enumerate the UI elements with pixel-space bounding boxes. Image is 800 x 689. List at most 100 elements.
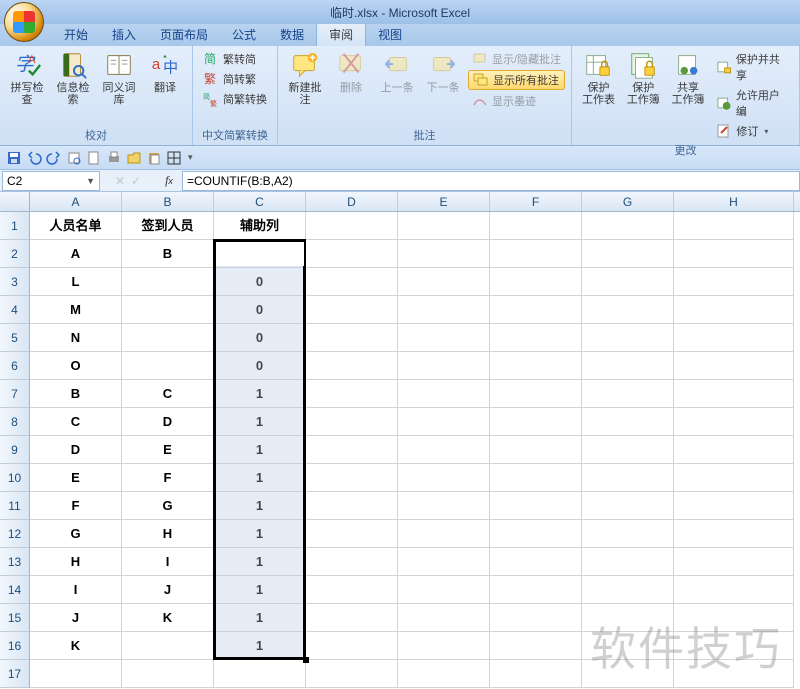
cell[interactable] <box>490 492 582 520</box>
cell[interactable] <box>582 632 674 660</box>
tab-视图[interactable]: 视图 <box>366 23 414 46</box>
cell[interactable] <box>674 464 794 492</box>
cell[interactable]: 0 <box>214 268 306 296</box>
cell[interactable] <box>582 520 674 548</box>
cell[interactable] <box>582 436 674 464</box>
cell[interactable]: C <box>122 380 214 408</box>
cell[interactable] <box>306 632 398 660</box>
cell[interactable] <box>674 632 794 660</box>
cell[interactable] <box>674 660 794 688</box>
row-header-9[interactable]: 9 <box>0 436 29 464</box>
cell[interactable]: 0 <box>214 296 306 324</box>
cell[interactable]: E <box>30 464 122 492</box>
cell[interactable] <box>306 436 398 464</box>
cell[interactable] <box>398 212 490 240</box>
cell[interactable] <box>490 548 582 576</box>
tab-审阅[interactable]: 审阅 <box>316 22 366 46</box>
cell[interactable] <box>674 492 794 520</box>
protect-workbook-button[interactable]: 保护 工作簿 <box>623 48 664 106</box>
translate-button[interactable]: a中 翻译 <box>144 48 186 94</box>
paste-icon[interactable] <box>146 150 162 166</box>
cell[interactable] <box>398 548 490 576</box>
cell[interactable] <box>398 604 490 632</box>
share-workbook-button[interactable]: 共享 工作簿 <box>668 48 709 106</box>
col-header-F[interactable]: F <box>490 192 582 211</box>
cell[interactable] <box>674 520 794 548</box>
col-header-B[interactable]: B <box>122 192 214 211</box>
show-hide-comment-button[interactable]: 显示/隐藏批注 <box>468 50 565 68</box>
row-header-5[interactable]: 5 <box>0 324 29 352</box>
cell[interactable] <box>582 296 674 324</box>
cell[interactable] <box>398 492 490 520</box>
cell[interactable]: 1 <box>214 380 306 408</box>
open-icon[interactable] <box>126 150 142 166</box>
cell[interactable]: 辅助列 <box>214 212 306 240</box>
research-button[interactable]: 信息检索 <box>52 48 94 106</box>
cell[interactable] <box>122 324 214 352</box>
formula-input[interactable]: =COUNTIF(B:B,A2) <box>182 171 800 191</box>
cell[interactable] <box>306 464 398 492</box>
cell[interactable] <box>674 212 794 240</box>
row-header-10[interactable]: 10 <box>0 464 29 492</box>
track-changes-button[interactable]: 修订▾ <box>712 122 793 140</box>
cell[interactable] <box>490 296 582 324</box>
cell[interactable] <box>214 660 306 688</box>
cell[interactable] <box>674 352 794 380</box>
cell[interactable]: D <box>122 408 214 436</box>
cell[interactable]: 0 <box>214 352 306 380</box>
cell[interactable] <box>582 464 674 492</box>
cell[interactable] <box>306 352 398 380</box>
spreadsheet-grid[interactable]: ABCDEFGH 1234567891011121314151617 人员名单签… <box>0 192 800 689</box>
save-icon[interactable] <box>6 150 22 166</box>
cell[interactable] <box>490 212 582 240</box>
cell[interactable] <box>122 660 214 688</box>
cell[interactable] <box>398 380 490 408</box>
cell[interactable]: G <box>30 520 122 548</box>
cell[interactable] <box>674 576 794 604</box>
cell[interactable] <box>674 296 794 324</box>
cell[interactable] <box>582 352 674 380</box>
cell[interactable] <box>490 408 582 436</box>
cell[interactable] <box>122 632 214 660</box>
show-ink-button[interactable]: 显示墨迹 <box>468 92 565 110</box>
delete-comment-button[interactable]: 删除 <box>330 48 372 94</box>
cell[interactable] <box>674 604 794 632</box>
row-headers[interactable]: 1234567891011121314151617 <box>0 212 30 688</box>
cell[interactable] <box>490 464 582 492</box>
row-header-16[interactable]: 16 <box>0 632 29 660</box>
tab-公式[interactable]: 公式 <box>220 23 268 46</box>
cell[interactable]: 1 <box>214 548 306 576</box>
office-button[interactable] <box>4 2 44 42</box>
cell[interactable] <box>398 520 490 548</box>
cell[interactable] <box>306 296 398 324</box>
cell[interactable]: 1 <box>214 464 306 492</box>
cell[interactable]: 人员名单 <box>30 212 122 240</box>
borders-icon[interactable] <box>166 150 182 166</box>
cell[interactable] <box>490 240 582 268</box>
cell[interactable] <box>306 520 398 548</box>
cell[interactable]: 1 <box>214 408 306 436</box>
cell[interactable] <box>490 436 582 464</box>
cell[interactable] <box>582 268 674 296</box>
cell[interactable]: H <box>30 548 122 576</box>
cell[interactable] <box>582 408 674 436</box>
cell[interactable] <box>398 324 490 352</box>
col-header-C[interactable]: C <box>214 192 306 211</box>
cell[interactable]: M <box>30 296 122 324</box>
cell[interactable]: 1 <box>214 520 306 548</box>
show-all-comments-button[interactable]: 显示所有批注 <box>468 70 565 90</box>
row-header-12[interactable]: 12 <box>0 520 29 548</box>
redo-icon[interactable] <box>46 150 62 166</box>
tab-数据[interactable]: 数据 <box>268 23 316 46</box>
cell[interactable] <box>490 352 582 380</box>
fx-icon[interactable]: fx <box>156 173 182 188</box>
cell[interactable]: 1 <box>214 576 306 604</box>
row-header-8[interactable]: 8 <box>0 408 29 436</box>
cell[interactable] <box>306 604 398 632</box>
cell[interactable]: 0 <box>214 240 306 268</box>
cell[interactable] <box>306 576 398 604</box>
row-header-7[interactable]: 7 <box>0 380 29 408</box>
col-header-H[interactable]: H <box>674 192 794 211</box>
cell[interactable]: O <box>30 352 122 380</box>
cell[interactable] <box>582 492 674 520</box>
